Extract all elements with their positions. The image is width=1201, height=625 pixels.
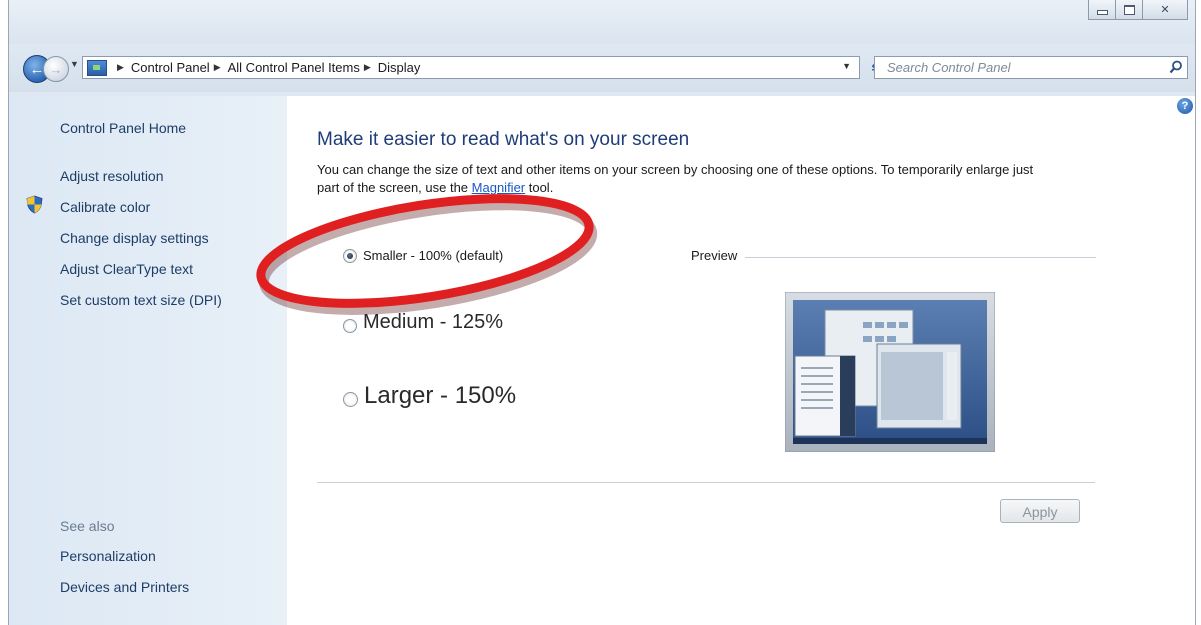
close-button[interactable]: ✕	[1143, 0, 1188, 20]
option-medium[interactable]: Medium - 125%	[343, 311, 503, 334]
radio-button-medium[interactable]	[343, 318, 357, 333]
chevron-right-icon[interactable]: ▶	[364, 62, 371, 73]
chevron-right-icon[interactable]: ▶	[117, 62, 124, 73]
breadcrumb-display[interactable]: Display	[378, 60, 421, 75]
maximize-button[interactable]	[1116, 0, 1143, 20]
bottom-divider	[317, 482, 1095, 483]
control-panel-icon	[87, 59, 107, 76]
sidebar-item-personalization[interactable]: Personalization	[60, 548, 156, 564]
radio-button-larger[interactable]	[343, 391, 358, 407]
control-panel-window: ✕ ← → ▼ ▶ Control Panel ▶ All Control Pa…	[8, 0, 1196, 625]
description-text-end: tool.	[525, 180, 554, 195]
close-icon: ✕	[1160, 4, 1170, 16]
breadcrumb-all-items[interactable]: All Control Panel Items	[228, 60, 360, 75]
maximize-icon	[1123, 4, 1135, 15]
forward-button[interactable]: →	[43, 56, 69, 82]
sidebar-item-adjust-resolution[interactable]: Adjust resolution	[60, 168, 164, 184]
sidebar-item-set-custom-dpi[interactable]: Set custom text size (DPI)	[60, 292, 222, 308]
search-box	[874, 56, 1188, 79]
recent-pages-dropdown[interactable]: ▼	[70, 59, 79, 69]
chevron-right-icon[interactable]: ▶	[214, 62, 221, 73]
see-also-heading: See also	[60, 518, 115, 534]
preview-label: Preview	[691, 248, 746, 263]
page-description: You can change the size of text and othe…	[317, 161, 1057, 197]
option-larger-label: Larger - 150%	[364, 382, 517, 409]
search-input[interactable]	[885, 59, 1159, 76]
preview-image	[785, 292, 995, 452]
address-bar[interactable]: ▶ Control Panel ▶ All Control Panel Item…	[82, 56, 860, 79]
navigation-bar: ← → ▼ ▶ Control Panel ▶ All Control Pane…	[9, 46, 1195, 92]
page-title: Make it easier to read what's on your sc…	[317, 129, 690, 150]
sidebar-item-devices-and-printers[interactable]: Devices and Printers	[60, 579, 189, 595]
breadcrumb-control-panel[interactable]: Control Panel	[131, 60, 210, 75]
sidebar-item-change-display-settings[interactable]: Change display settings	[60, 230, 209, 246]
description-text: You can change the size of text and othe…	[317, 162, 1034, 195]
sidebar-item-calibrate-color[interactable]: Calibrate color	[60, 199, 150, 215]
minimize-button[interactable]	[1088, 0, 1116, 20]
shield-icon	[26, 195, 43, 214]
title-bar: ✕	[9, 0, 1195, 44]
preview-divider	[691, 257, 1096, 258]
sidebar-item-control-panel-home[interactable]: Control Panel Home	[60, 120, 186, 136]
minimize-icon	[1096, 10, 1108, 15]
apply-button[interactable]: Apply	[1000, 499, 1080, 523]
search-icon[interactable]	[1169, 60, 1183, 74]
radio-button-smaller[interactable]	[343, 248, 357, 263]
option-smaller-label: Smaller - 100% (default)	[363, 248, 504, 263]
sidebar-item-adjust-cleartype[interactable]: Adjust ClearType text	[60, 261, 193, 277]
magnifier-link[interactable]: Magnifier	[472, 180, 525, 195]
window-controls: ✕	[1088, 0, 1188, 20]
main-content: ? Make it easier to read what's on your …	[287, 96, 1195, 625]
sidebar: Control Panel Home Adjust resolution Cal…	[10, 96, 287, 625]
address-dropdown-icon[interactable]: ▼	[842, 61, 851, 71]
help-icon[interactable]: ?	[1177, 98, 1193, 114]
forward-arrow-icon: →	[49, 61, 63, 77]
option-medium-label: Medium - 125%	[363, 311, 504, 333]
option-smaller[interactable]: Smaller - 100% (default)	[343, 248, 503, 263]
option-larger[interactable]: Larger - 150%	[343, 382, 516, 410]
